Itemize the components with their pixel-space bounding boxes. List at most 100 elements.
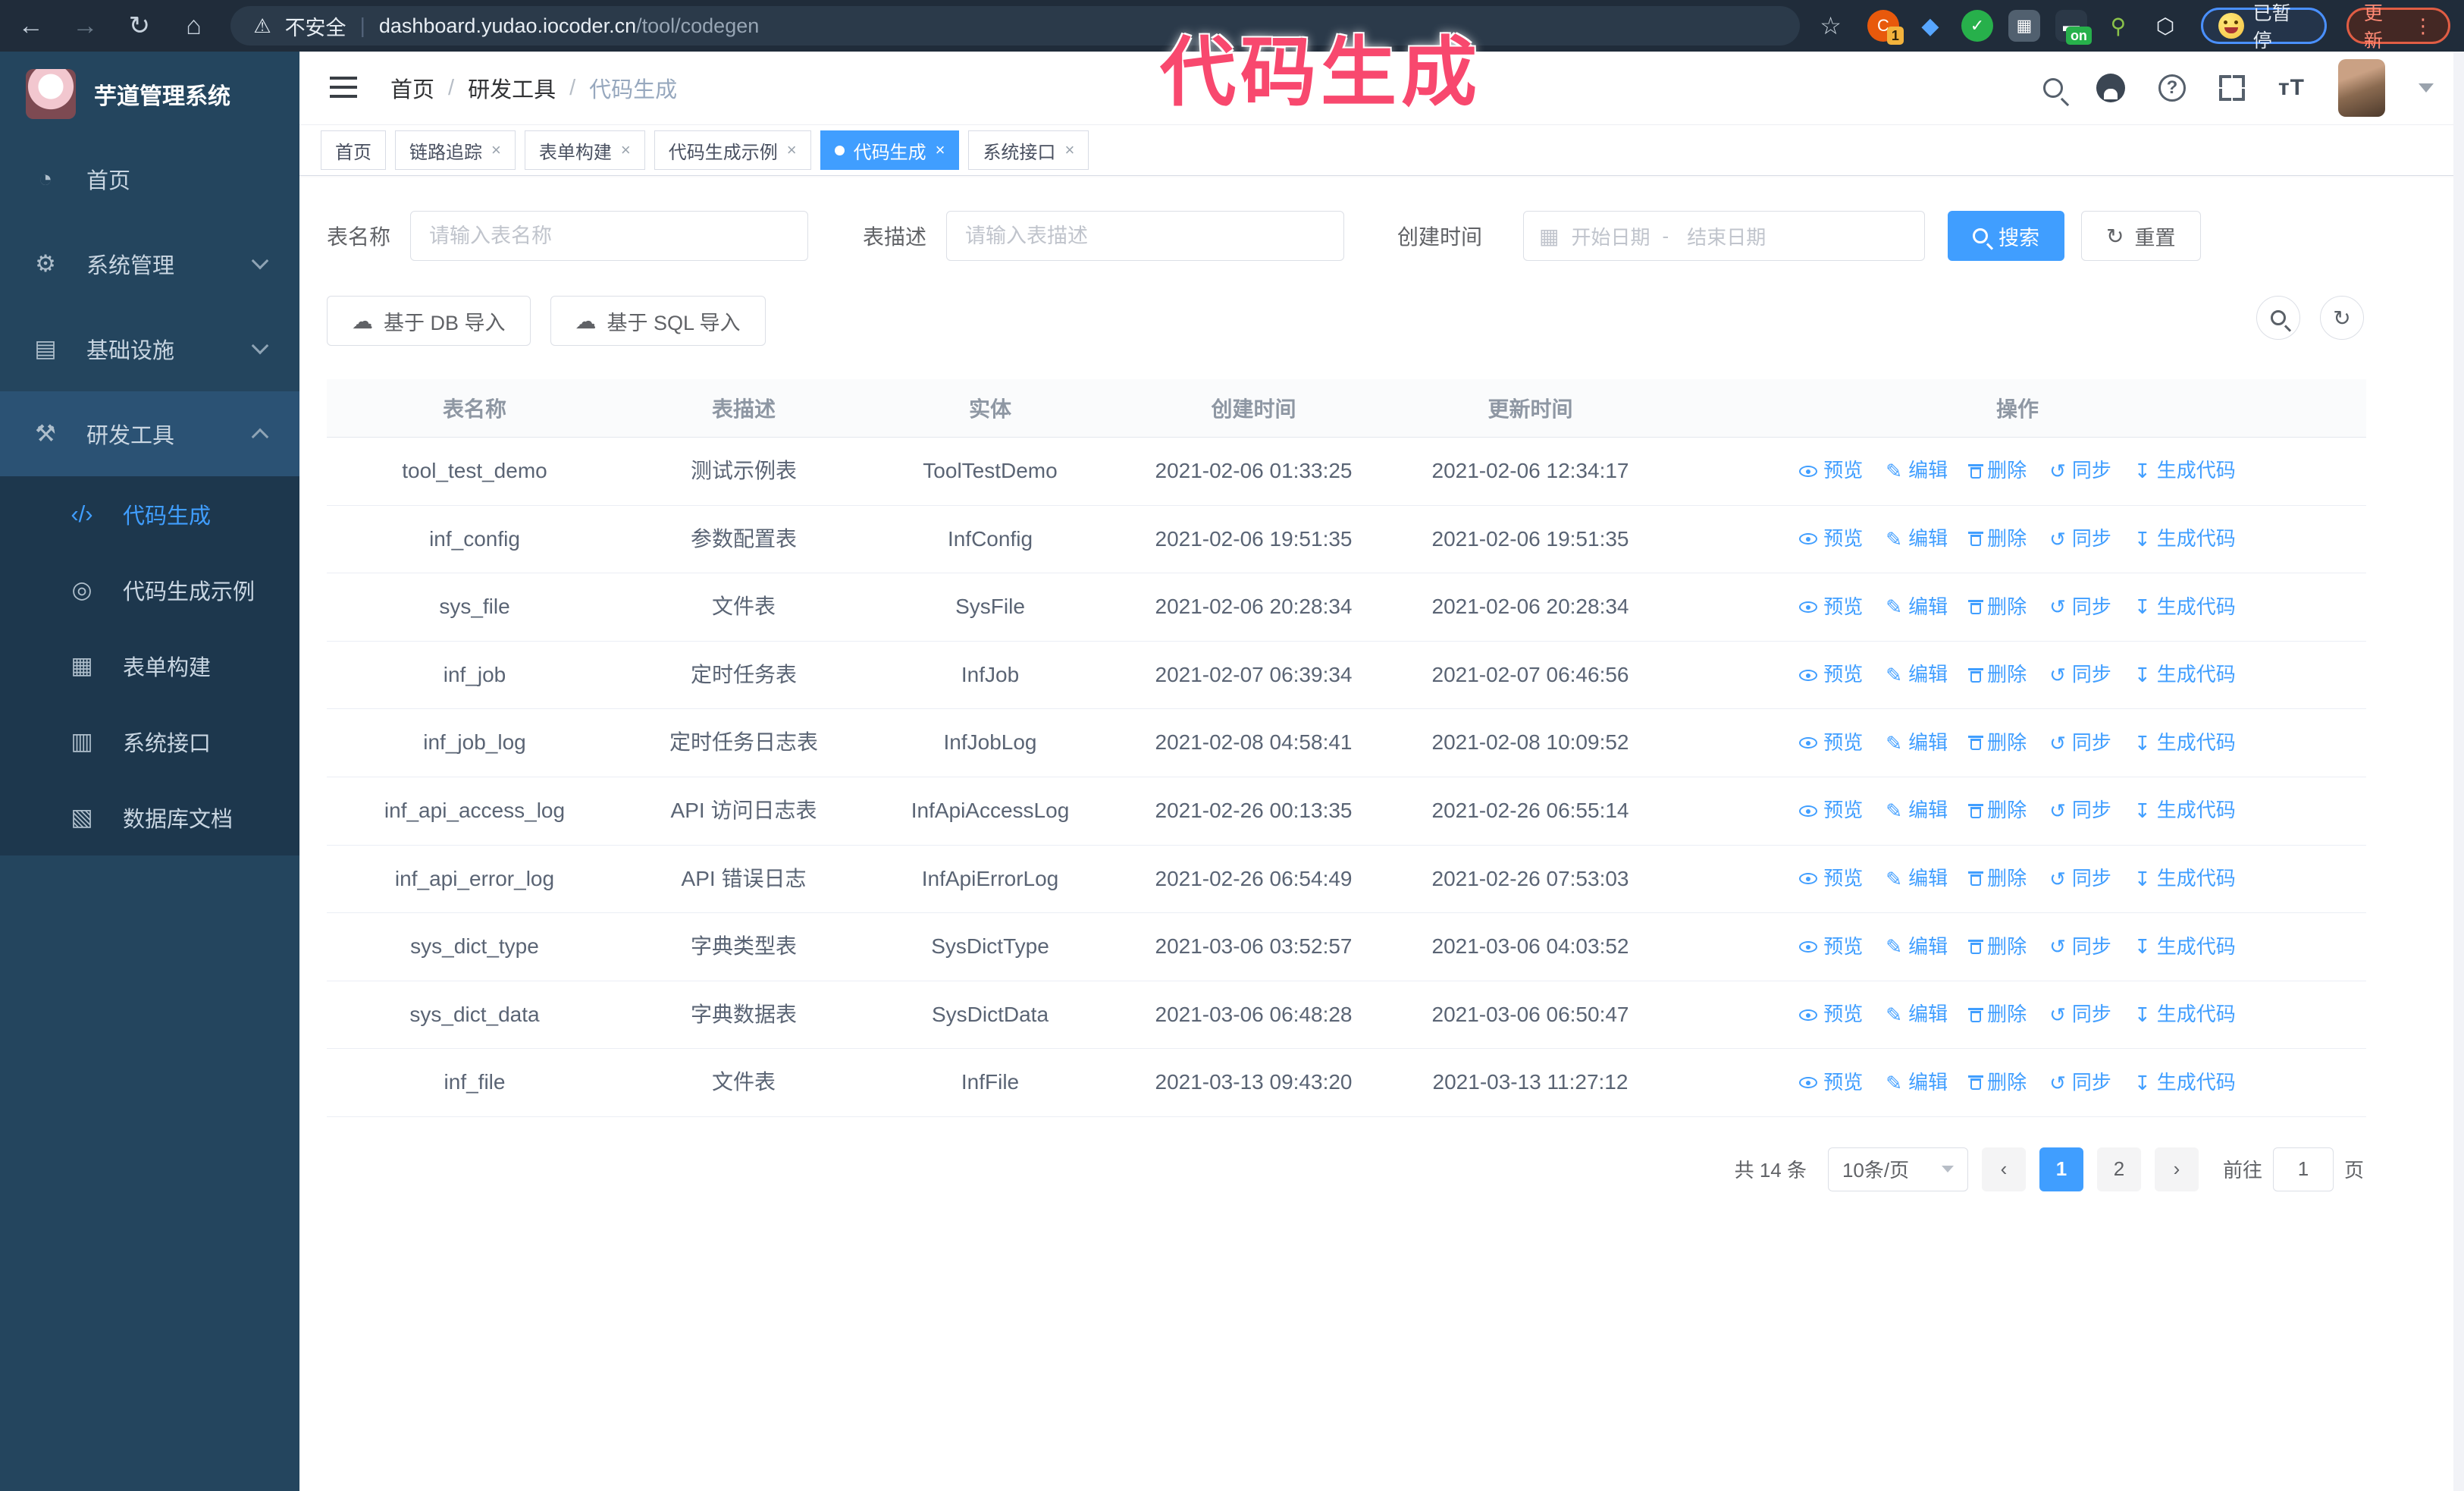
extension-icon-orange[interactable]: C1 <box>1867 10 1904 45</box>
preview-link[interactable]: 预览 <box>1799 525 1863 554</box>
delete-link[interactable]: 删除 <box>1968 1000 2027 1029</box>
edit-link[interactable]: ✎ 编辑 <box>1886 1069 1948 1097</box>
sync-link[interactable]: ↺ 同步 <box>2049 729 2111 758</box>
sync-link[interactable]: ↺ 同步 <box>2049 796 2111 825</box>
scrollbar-track[interactable] <box>2453 52 2464 1491</box>
sync-link[interactable]: ↺ 同步 <box>2049 865 2111 893</box>
preview-link[interactable]: 预览 <box>1799 457 1863 485</box>
sidebar-logo[interactable]: 芋道管理系统 <box>0 52 299 137</box>
extension-icon-gem[interactable]: ◆ <box>1914 10 1946 42</box>
prev-page-button[interactable]: ‹ <box>1981 1147 2026 1191</box>
delete-link[interactable]: 删除 <box>1968 457 2027 485</box>
preview-link[interactable]: 预览 <box>1799 593 1863 622</box>
user-avatar[interactable] <box>2338 59 2385 117</box>
generate-code-link[interactable]: ↧ 生成代码 <box>2134 457 2236 485</box>
next-page-button[interactable]: › <box>2154 1147 2199 1191</box>
generate-code-link[interactable]: ↧ 生成代码 <box>2134 1000 2236 1029</box>
reset-button[interactable]: ↻ 重置 <box>2081 211 2201 261</box>
generate-code-link[interactable]: ↧ 生成代码 <box>2134 796 2236 825</box>
font-size-button[interactable]: ᴛT <box>2278 75 2305 101</box>
tab-form-builder[interactable]: 表单构建 × <box>524 130 645 170</box>
github-link[interactable] <box>2096 74 2125 102</box>
sidebar-subitem-codegen-example[interactable]: ◎ 代码生成示例 <box>0 552 299 628</box>
browser-back-button[interactable]: ← <box>14 8 49 43</box>
edit-link[interactable]: ✎ 编辑 <box>1886 865 1948 893</box>
sync-link[interactable]: ↺ 同步 <box>2049 1000 2111 1029</box>
sync-link[interactable]: ↺ 同步 <box>2049 933 2111 962</box>
avatar-caret-icon[interactable] <box>2419 83 2434 93</box>
page-size-select[interactable]: 10条/页 <box>1827 1147 1968 1191</box>
browser-home-button[interactable]: ⌂ <box>177 8 212 43</box>
edit-link[interactable]: ✎ 编辑 <box>1886 661 1948 689</box>
breadcrumb-home[interactable]: 首页 <box>390 72 434 104</box>
edit-link[interactable]: ✎ 编辑 <box>1886 1000 1948 1029</box>
profile-paused-badge[interactable]: 已暂停 <box>2200 3 2327 52</box>
sidebar-subitem-form-builder[interactable]: ▦ 表单构建 <box>0 628 299 704</box>
preview-link[interactable]: 预览 <box>1799 1069 1863 1097</box>
browser-update-button[interactable]: 更新 ⋮ <box>2346 3 2450 52</box>
fullscreen-button[interactable] <box>2218 75 2245 101</box>
delete-link[interactable]: 删除 <box>1968 796 2027 825</box>
delete-link[interactable]: 删除 <box>1968 1069 2027 1097</box>
generate-code-link[interactable]: ↧ 生成代码 <box>2134 865 2236 893</box>
sidebar-item-system-management[interactable]: ⚙ 系统管理 <box>0 221 299 306</box>
preview-link[interactable]: 预览 <box>1799 933 1863 962</box>
sync-link[interactable]: ↺ 同步 <box>2049 525 2111 554</box>
sidebar-item-dev-tools[interactable]: ⚒ 研发工具 <box>0 391 299 476</box>
close-tab-icon[interactable]: × <box>491 140 501 160</box>
edit-link[interactable]: ✎ 编辑 <box>1886 525 1948 554</box>
edit-link[interactable]: ✎ 编辑 <box>1886 729 1948 758</box>
table-desc-input[interactable] <box>946 211 1345 261</box>
sidebar-item-home[interactable]: ◔ 首页 <box>0 137 299 221</box>
help-button[interactable]: ? <box>2158 74 2186 102</box>
edit-link[interactable]: ✎ 编辑 <box>1886 457 1948 485</box>
extension-icon-plugin[interactable]: ⚲ <box>2102 10 2134 42</box>
page-button-1[interactable]: 1 <box>2039 1147 2083 1191</box>
preview-link[interactable]: 预览 <box>1799 796 1863 825</box>
browser-reload-button[interactable]: ↻ <box>122 8 157 43</box>
sidebar-subitem-system-api[interactable]: ▥ 系统接口 <box>0 704 299 780</box>
sync-link[interactable]: ↺ 同步 <box>2049 661 2111 689</box>
delete-link[interactable]: 删除 <box>1968 661 2027 689</box>
import-db-button[interactable]: ☁ 基于 DB 导入 <box>327 296 531 346</box>
close-tab-icon[interactable]: × <box>621 140 631 160</box>
preview-link[interactable]: 预览 <box>1799 1000 1863 1029</box>
extension-icon-grid[interactable]: ▦ <box>2008 10 2040 42</box>
delete-link[interactable]: 删除 <box>1968 933 2027 962</box>
browser-address-bar[interactable]: ⚠ 不安全 | dashboard.yudao.iocoder.cn/tool/… <box>230 6 1801 46</box>
sync-link[interactable]: ↺ 同步 <box>2049 1069 2111 1097</box>
page-button-2[interactable]: 2 <box>2096 1147 2141 1191</box>
generate-code-link[interactable]: ↧ 生成代码 <box>2134 593 2236 622</box>
tab-codegen[interactable]: 代码生成 × <box>820 130 960 170</box>
tab-trace[interactable]: 链路追踪 × <box>395 130 516 170</box>
edit-link[interactable]: ✎ 编辑 <box>1886 593 1948 622</box>
tab-codegen-example[interactable]: 代码生成示例 × <box>654 130 811 170</box>
close-tab-icon[interactable]: × <box>936 140 945 160</box>
breadcrumb-section[interactable]: 研发工具 <box>468 72 556 104</box>
extensions-puzzle-icon[interactable]: ⬡ <box>2149 10 2181 42</box>
delete-link[interactable]: 删除 <box>1968 593 2027 622</box>
generate-code-link[interactable]: ↧ 生成代码 <box>2134 661 2236 689</box>
tab-home[interactable]: 首页 <box>321 130 386 170</box>
toggle-search-button[interactable] <box>2256 296 2300 340</box>
extension-icon-dark[interactable]: ▬ on <box>2055 10 2092 45</box>
sidebar-subitem-codegen[interactable]: ‹/› 代码生成 <box>0 476 299 552</box>
edit-link[interactable]: ✎ 编辑 <box>1886 796 1948 825</box>
browser-forward-button[interactable]: → <box>68 8 103 43</box>
import-sql-button[interactable]: ☁ 基于 SQL 导入 <box>550 296 766 346</box>
sidebar-collapse-toggle[interactable] <box>330 77 357 99</box>
delete-link[interactable]: 删除 <box>1968 729 2027 758</box>
generate-code-link[interactable]: ↧ 生成代码 <box>2134 729 2236 758</box>
preview-link[interactable]: 预览 <box>1799 661 1863 689</box>
generate-code-link[interactable]: ↧ 生成代码 <box>2134 933 2236 962</box>
preview-link[interactable]: 预览 <box>1799 729 1863 758</box>
generate-code-link[interactable]: ↧ 生成代码 <box>2134 1069 2236 1097</box>
date-range-picker[interactable]: ▦ 开始日期 - 结束日期 <box>1523 211 1926 261</box>
preview-link[interactable]: 预览 <box>1799 865 1863 893</box>
delete-link[interactable]: 删除 <box>1968 865 2027 893</box>
generate-code-link[interactable]: ↧ 生成代码 <box>2134 525 2236 554</box>
goto-page-input[interactable] <box>2272 1147 2334 1191</box>
table-name-input[interactable] <box>410 211 809 261</box>
tab-system-api[interactable]: 系统接口 × <box>968 130 1089 170</box>
search-button[interactable]: 搜索 <box>1948 211 2065 261</box>
